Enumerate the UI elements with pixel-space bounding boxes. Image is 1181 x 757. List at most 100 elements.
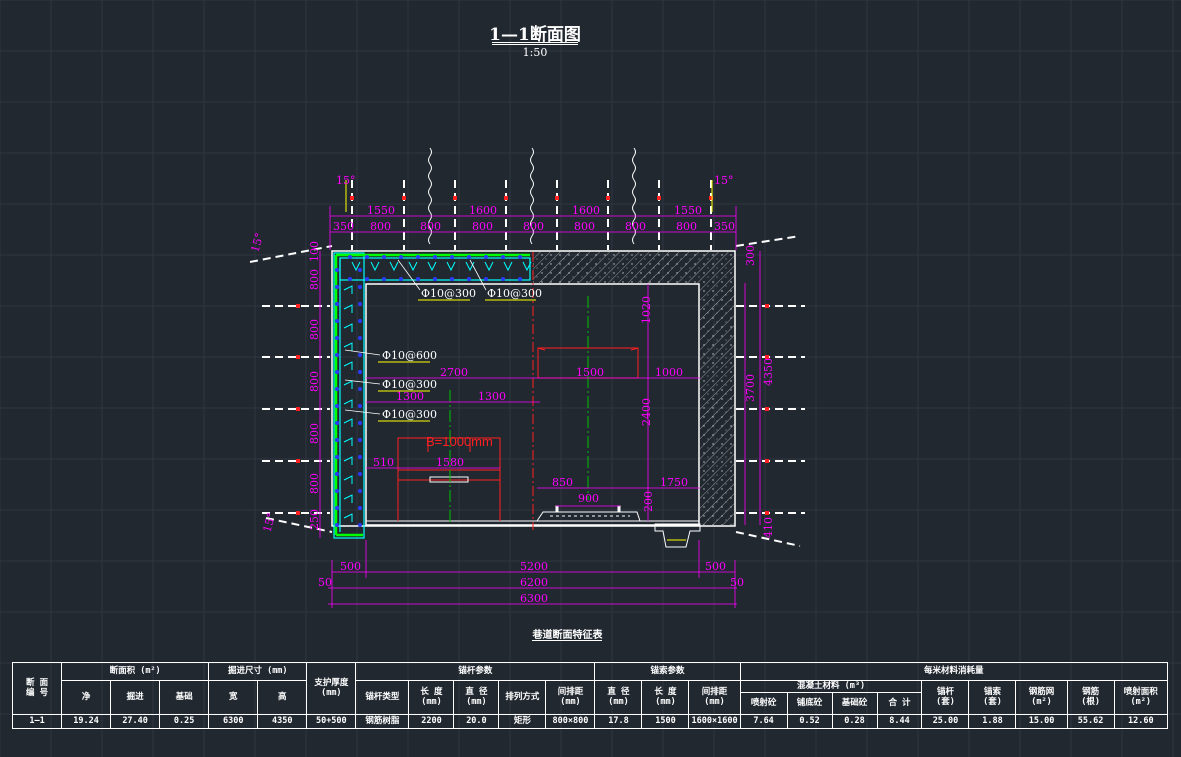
- dim-top-800-7: 800: [676, 220, 697, 233]
- dim-left-800-2: 800: [308, 319, 321, 340]
- th-cable: 锚索参数: [594, 662, 741, 681]
- bolt-dot: [335, 302, 339, 306]
- th-section-no: 断 面 编 号: [11, 662, 63, 715]
- bolt-dot: [335, 472, 339, 476]
- anchor-hook: [446, 261, 456, 272]
- bolt-dot: [335, 489, 339, 493]
- bolt-dot: [399, 277, 403, 281]
- dimension-text: 1550 1600 1600 1550 350 800 800 800 800 …: [249, 174, 775, 605]
- table-cell: 4350: [257, 714, 308, 729]
- bolt-dot: [518, 277, 522, 281]
- caption-underline: [532, 640, 602, 641]
- table-caption: 巷道断面特征表: [532, 630, 603, 641]
- bolt-dot: [433, 277, 437, 281]
- anchor-hook: [343, 361, 353, 370]
- th-bolt-dia: 直 径 (mm): [453, 680, 500, 715]
- dim-top-800-1: 800: [370, 220, 391, 233]
- th-area-exc: 掘进: [110, 680, 161, 715]
- bolt-mark: [453, 196, 457, 200]
- th-spray-area: 喷射面积 (m²): [1113, 680, 1169, 715]
- th-total: 合 计: [876, 692, 923, 715]
- table-cell: 6300: [208, 714, 259, 729]
- table-cell: 1500: [641, 714, 690, 729]
- bolt-dot: [358, 319, 362, 323]
- table-cell: 27.40: [110, 714, 161, 729]
- dim-right-4350: 4350: [762, 358, 775, 386]
- bolt-mark: [765, 407, 769, 411]
- th-base-concrete: 基础砼: [831, 692, 878, 715]
- dim-bottom-500-right: 500: [705, 560, 726, 573]
- anchor-hook: [343, 323, 353, 332]
- bolt-dot: [348, 277, 352, 281]
- th-pour: 铺底砼: [786, 692, 833, 715]
- bolt-dot: [358, 353, 362, 357]
- bolt-dot: [358, 285, 362, 289]
- dim-top-1550-left: 1550: [367, 204, 395, 217]
- bolt-mark: [555, 196, 559, 200]
- anchor-hook: [389, 261, 399, 272]
- dim-w-2700: 2700: [440, 366, 468, 379]
- bolt-dot: [335, 268, 339, 272]
- dim-left-800-1: 800: [308, 269, 321, 290]
- bolt-dot: [358, 472, 362, 476]
- bolt-dot: [467, 255, 471, 259]
- rebar-label-2: Φ10@300: [487, 287, 542, 300]
- bolt-dot: [335, 421, 339, 425]
- bolt-dot: [358, 336, 362, 340]
- dim-bottom-50-right: 50: [730, 576, 744, 589]
- bolt-dot: [358, 404, 362, 408]
- dim-top-800-4: 800: [523, 220, 544, 233]
- anchor-hook: [503, 261, 513, 272]
- th-bolt-arr: 排列方式: [498, 680, 547, 715]
- table-cell: 800×800: [545, 714, 596, 729]
- th-concrete: 混凝土材料 (m³): [739, 680, 923, 693]
- bolt-mark: [350, 196, 354, 200]
- bolt-dot: [501, 277, 505, 281]
- dim-top-350-left: 350: [333, 220, 354, 233]
- th-support: 支护厚度 (mm): [306, 662, 357, 715]
- table-cell: 50+500: [306, 714, 357, 729]
- bolt-dot: [358, 523, 362, 527]
- dim-w-1750: 1750: [660, 476, 688, 489]
- drawing-scale: 1:50: [522, 46, 548, 59]
- bolt-dot: [365, 255, 369, 259]
- dim-w-1300-a: 1300: [396, 390, 424, 403]
- bolt-mark: [606, 196, 610, 200]
- table-cell: 12.60: [1113, 714, 1169, 729]
- anchor-hook: [408, 261, 418, 272]
- dim-w-1000: 1000: [655, 366, 683, 379]
- anchor-hook: [370, 261, 380, 272]
- bolt-dot: [416, 277, 420, 281]
- dim-left-800-3: 800: [308, 371, 321, 392]
- table-cell: 1600×1600: [688, 714, 741, 729]
- table-cell: 0.28: [831, 714, 878, 729]
- bolt-dot: [335, 370, 339, 374]
- bolt-mark: [765, 304, 769, 308]
- bolt-dot: [467, 277, 471, 281]
- bolt-dot: [335, 353, 339, 357]
- dim-w-850: 850: [552, 476, 573, 489]
- bolt-dot: [335, 438, 339, 442]
- dim-left-800-4: 800: [308, 423, 321, 444]
- bolt-dot: [501, 255, 505, 259]
- th-cable-dia: 直 径 (mm): [594, 680, 643, 715]
- bolt-dot: [358, 438, 362, 442]
- bolt-dot: [450, 255, 454, 259]
- dim-top-1600-b: 1600: [572, 204, 600, 217]
- bolt-mark: [657, 196, 661, 200]
- bolt-dot: [399, 255, 403, 259]
- anchor-hook: [343, 285, 353, 294]
- bolt-dot: [335, 319, 339, 323]
- bolt-dot: [358, 268, 362, 272]
- bolt-dot: [335, 506, 339, 510]
- th-rebar: 钢筋 (根): [1066, 680, 1115, 715]
- anchor-hook: [343, 513, 353, 522]
- bolt-dot: [382, 277, 386, 281]
- th-cables: 锚索 (套): [968, 680, 1017, 715]
- bolt-mark: [765, 459, 769, 463]
- th-size: 掘进尺寸 (mm): [208, 662, 308, 681]
- table-cell: 17.8: [594, 714, 643, 729]
- th-bolt-len: 长 度 (mm): [408, 680, 455, 715]
- bolt-dot: [358, 370, 362, 374]
- bolt-dot: [433, 255, 437, 259]
